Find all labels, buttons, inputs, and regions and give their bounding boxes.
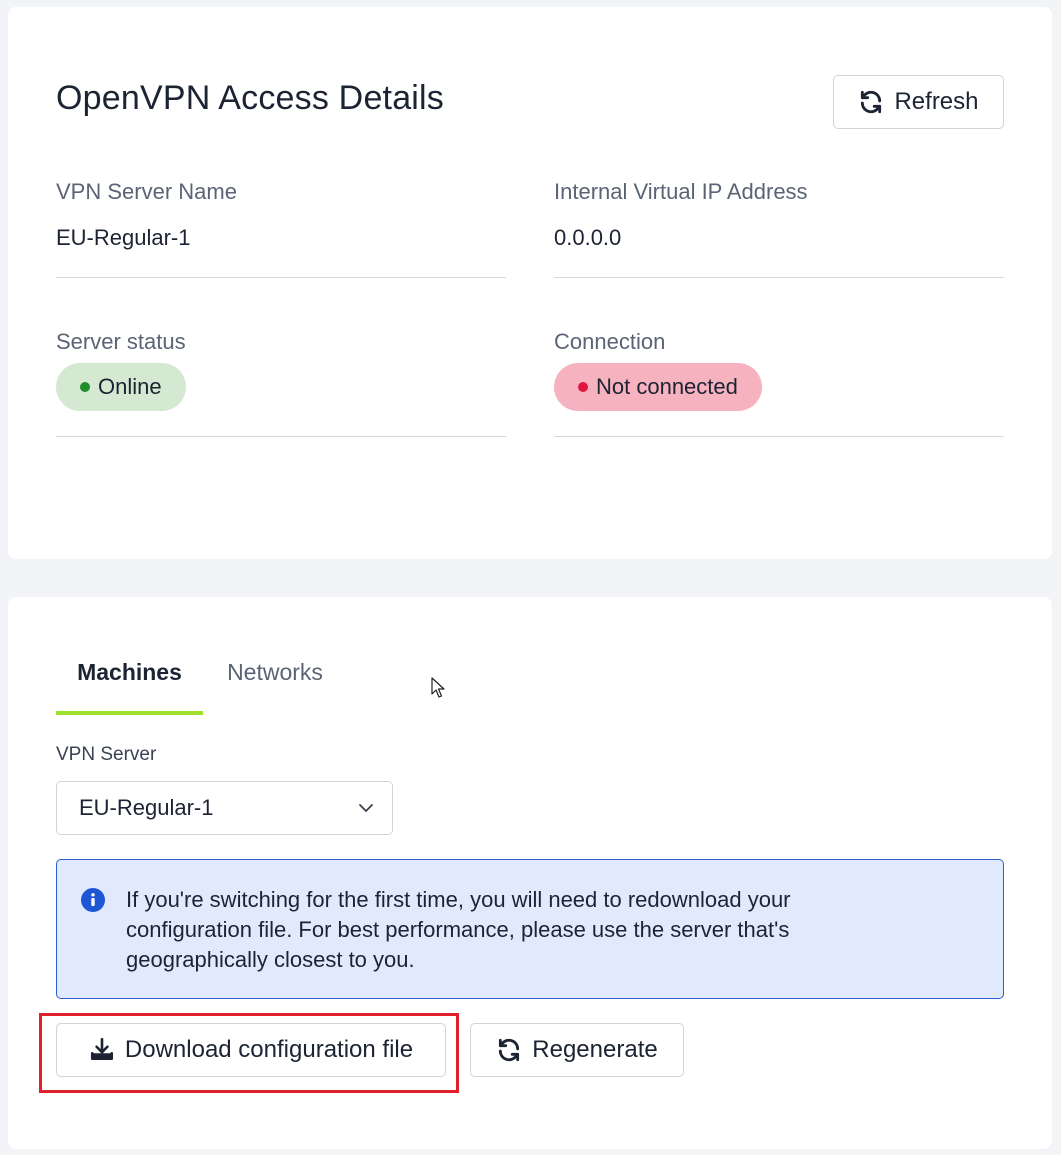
connection-field: Connection Not connected bbox=[554, 329, 1004, 439]
connection-badge: Not connected bbox=[554, 363, 762, 411]
tab-networks[interactable]: Networks bbox=[208, 659, 342, 715]
status-dot-icon bbox=[80, 382, 90, 392]
connection-label: Connection bbox=[554, 329, 666, 354]
refresh-icon bbox=[861, 90, 882, 114]
vpn-server-name-field: VPN Server Name EU-Regular-1 bbox=[56, 179, 506, 279]
connection-dot-icon bbox=[578, 382, 588, 392]
refresh-label: Refresh bbox=[894, 88, 979, 115]
server-status-label: Server status bbox=[56, 329, 186, 354]
vpn-server-select[interactable]: EU-Regular-1 bbox=[56, 781, 393, 835]
vpn-server-select-value: EU-Regular-1 bbox=[79, 795, 214, 820]
tab-machines[interactable]: Machines bbox=[56, 659, 203, 715]
divider bbox=[554, 436, 1004, 437]
internal-ip-label: Internal Virtual IP Address bbox=[554, 179, 808, 204]
info-icon bbox=[81, 888, 105, 912]
access-details-card: OpenVPN Access Details Refresh VPN Serve… bbox=[8, 7, 1052, 559]
chevron-down-icon bbox=[359, 804, 373, 812]
divider bbox=[554, 277, 1004, 278]
regenerate-button[interactable]: Regenerate bbox=[470, 1023, 684, 1077]
info-alert-text: If you're switching for the first time, … bbox=[126, 887, 791, 972]
page-title: OpenVPN Access Details bbox=[56, 79, 445, 117]
server-status-field: Server status Online bbox=[56, 329, 506, 439]
vpn-server-name-value: EU-Regular-1 bbox=[56, 225, 191, 250]
divider bbox=[56, 436, 506, 437]
status-badge-text: Online bbox=[98, 374, 162, 399]
vpn-server-name-label: VPN Server Name bbox=[56, 179, 237, 204]
regenerate-label: Regenerate bbox=[532, 1036, 658, 1063]
regenerate-icon bbox=[499, 1038, 520, 1062]
connection-badge-text: Not connected bbox=[596, 374, 738, 399]
status-badge-online: Online bbox=[56, 363, 186, 411]
vpn-server-select-label: VPN Server bbox=[56, 744, 157, 765]
download-config-button[interactable]: Download configuration file bbox=[56, 1023, 446, 1077]
configuration-card: Machines Networks VPN Server EU-Regular-… bbox=[8, 597, 1052, 1149]
mouse-cursor-icon bbox=[431, 677, 445, 698]
divider bbox=[56, 277, 506, 278]
info-alert: If you're switching for the first time, … bbox=[56, 859, 1004, 999]
refresh-button[interactable]: Refresh bbox=[833, 75, 1004, 129]
download-label: Download configuration file bbox=[124, 1036, 414, 1063]
download-icon bbox=[90, 1037, 113, 1060]
internal-ip-value: 0.0.0.0 bbox=[554, 225, 622, 250]
internal-ip-field: Internal Virtual IP Address 0.0.0.0 bbox=[554, 179, 1004, 279]
